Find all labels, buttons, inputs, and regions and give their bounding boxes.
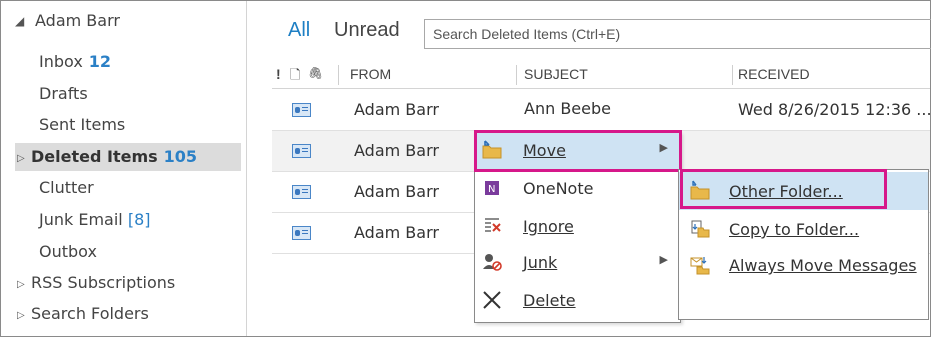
folder-junk-email[interactable]: Junk Email [8] [39, 206, 151, 234]
expand-triangle-icon[interactable]: ▷ [17, 271, 27, 299]
contact-card-icon [292, 185, 311, 199]
onenote-icon: N [485, 181, 499, 195]
menu-item-copy-to-folder[interactable]: Copy to Folder... [679, 212, 928, 248]
folder-search-folders[interactable]: ▷ Search Folders [17, 300, 149, 328]
submenu-arrow-icon: ▶ [659, 253, 668, 266]
menu-label: OneNote [523, 179, 594, 198]
folder-label: Inbox [39, 52, 83, 71]
folder-label: Deleted Items [31, 147, 158, 166]
folder-pane: ◢ Adam Barr Inbox 12 Drafts Sent Items ▷ De… [1, 1, 247, 336]
always-move-icon [690, 257, 710, 275]
menu-label: Ignore [523, 217, 574, 236]
move-folder-icon [482, 140, 502, 159]
folder-sent-items[interactable]: Sent Items [39, 111, 125, 139]
unread-count: 12 [88, 52, 112, 71]
tab-all[interactable]: All [288, 19, 310, 42]
received-column-header[interactable]: RECEIVED [738, 66, 810, 82]
item-count: [8] [127, 210, 151, 229]
folder-label: Search Folders [31, 304, 149, 323]
folder-label: Outbox [39, 242, 97, 261]
account-name: Adam Barr [35, 11, 120, 30]
unread-count: 105 [163, 147, 198, 166]
contact-card-icon [292, 103, 311, 117]
account-header[interactable]: ◢ Adam Barr [15, 7, 120, 35]
contact-card-icon [292, 226, 311, 240]
from-column-header[interactable]: FROM [350, 66, 391, 82]
folder-inbox[interactable]: Inbox 12 [39, 48, 111, 76]
folder-label: Clutter [39, 178, 94, 197]
message-from: Adam Barr [354, 182, 439, 201]
menu-item-other-folder[interactable]: Other Folder... [679, 172, 928, 210]
folder-clutter[interactable]: Clutter [39, 174, 94, 202]
menu-item-onenote[interactable]: N OneNote [475, 171, 680, 207]
document-icon[interactable]: 🗋 [290, 66, 300, 88]
message-subject: Ann Beebe [524, 99, 611, 118]
collapse-triangle-icon[interactable]: ◢ [15, 7, 25, 35]
ignore-icon [485, 218, 501, 232]
menu-label: Delete [523, 291, 576, 310]
table-row[interactable]: Adam Barr Ann Beebe Wed 8/26/2015 12:36 … [272, 90, 931, 131]
menu-item-delete[interactable]: Delete [475, 283, 680, 319]
search-input[interactable]: Search Deleted Items (Ctrl+E) [424, 19, 931, 49]
folder-label: Drafts [39, 84, 88, 103]
context-menu: Move ▶ N OneNote Ignore Junk ▶ Delete [474, 132, 681, 323]
menu-label: Always Move Messages [729, 256, 917, 275]
submenu-arrow-icon: ▶ [659, 141, 668, 154]
menu-label: Move [523, 141, 566, 160]
folder-deleted-items[interactable]: ▷ Deleted Items 105 [15, 143, 241, 171]
message-received: Wed 8/26/2015 12:36 ... [738, 100, 931, 119]
folder-rss-subscriptions[interactable]: ▷ RSS Subscriptions [17, 269, 175, 297]
folder-drafts[interactable]: Drafts [39, 80, 88, 108]
expand-triangle-icon[interactable]: ▷ [17, 302, 27, 330]
menu-item-always-move[interactable]: Always Move Messages [679, 248, 928, 284]
attachment-icon[interactable]: 🖇 [308, 66, 323, 80]
folder-label: Junk Email [39, 210, 123, 229]
menu-label: Junk [523, 253, 558, 272]
message-from: Adam Barr [354, 141, 439, 160]
subject-column-header[interactable]: SUBJECT [524, 66, 588, 82]
folder-label: RSS Subscriptions [31, 273, 176, 292]
move-submenu: Other Folder... Copy to Folder... Always… [678, 169, 929, 320]
importance-column-header[interactable]: ! [276, 66, 281, 82]
copy-to-folder-icon [691, 220, 710, 238]
delete-x-icon [483, 291, 501, 309]
contact-card-icon [292, 144, 311, 158]
menu-item-junk[interactable]: Junk ▶ [475, 245, 680, 281]
menu-label: Other Folder... [729, 182, 843, 201]
message-from: Adam Barr [354, 100, 439, 119]
folder-icon [690, 180, 710, 200]
column-header: ! 🗋 🖇 FROM SUBJECT RECEIVED [272, 61, 930, 89]
folder-outbox[interactable]: Outbox [39, 238, 97, 266]
menu-item-move[interactable]: Move ▶ [475, 133, 680, 169]
menu-item-ignore[interactable]: Ignore [475, 209, 680, 245]
junk-icon [483, 254, 502, 271]
svg-text:N: N [488, 184, 495, 195]
expand-triangle-icon[interactable]: ▷ [17, 145, 27, 173]
folder-label: Sent Items [39, 115, 126, 134]
tab-unread[interactable]: Unread [334, 19, 400, 42]
menu-label: Copy to Folder... [729, 220, 860, 239]
message-from: Adam Barr [354, 223, 439, 242]
